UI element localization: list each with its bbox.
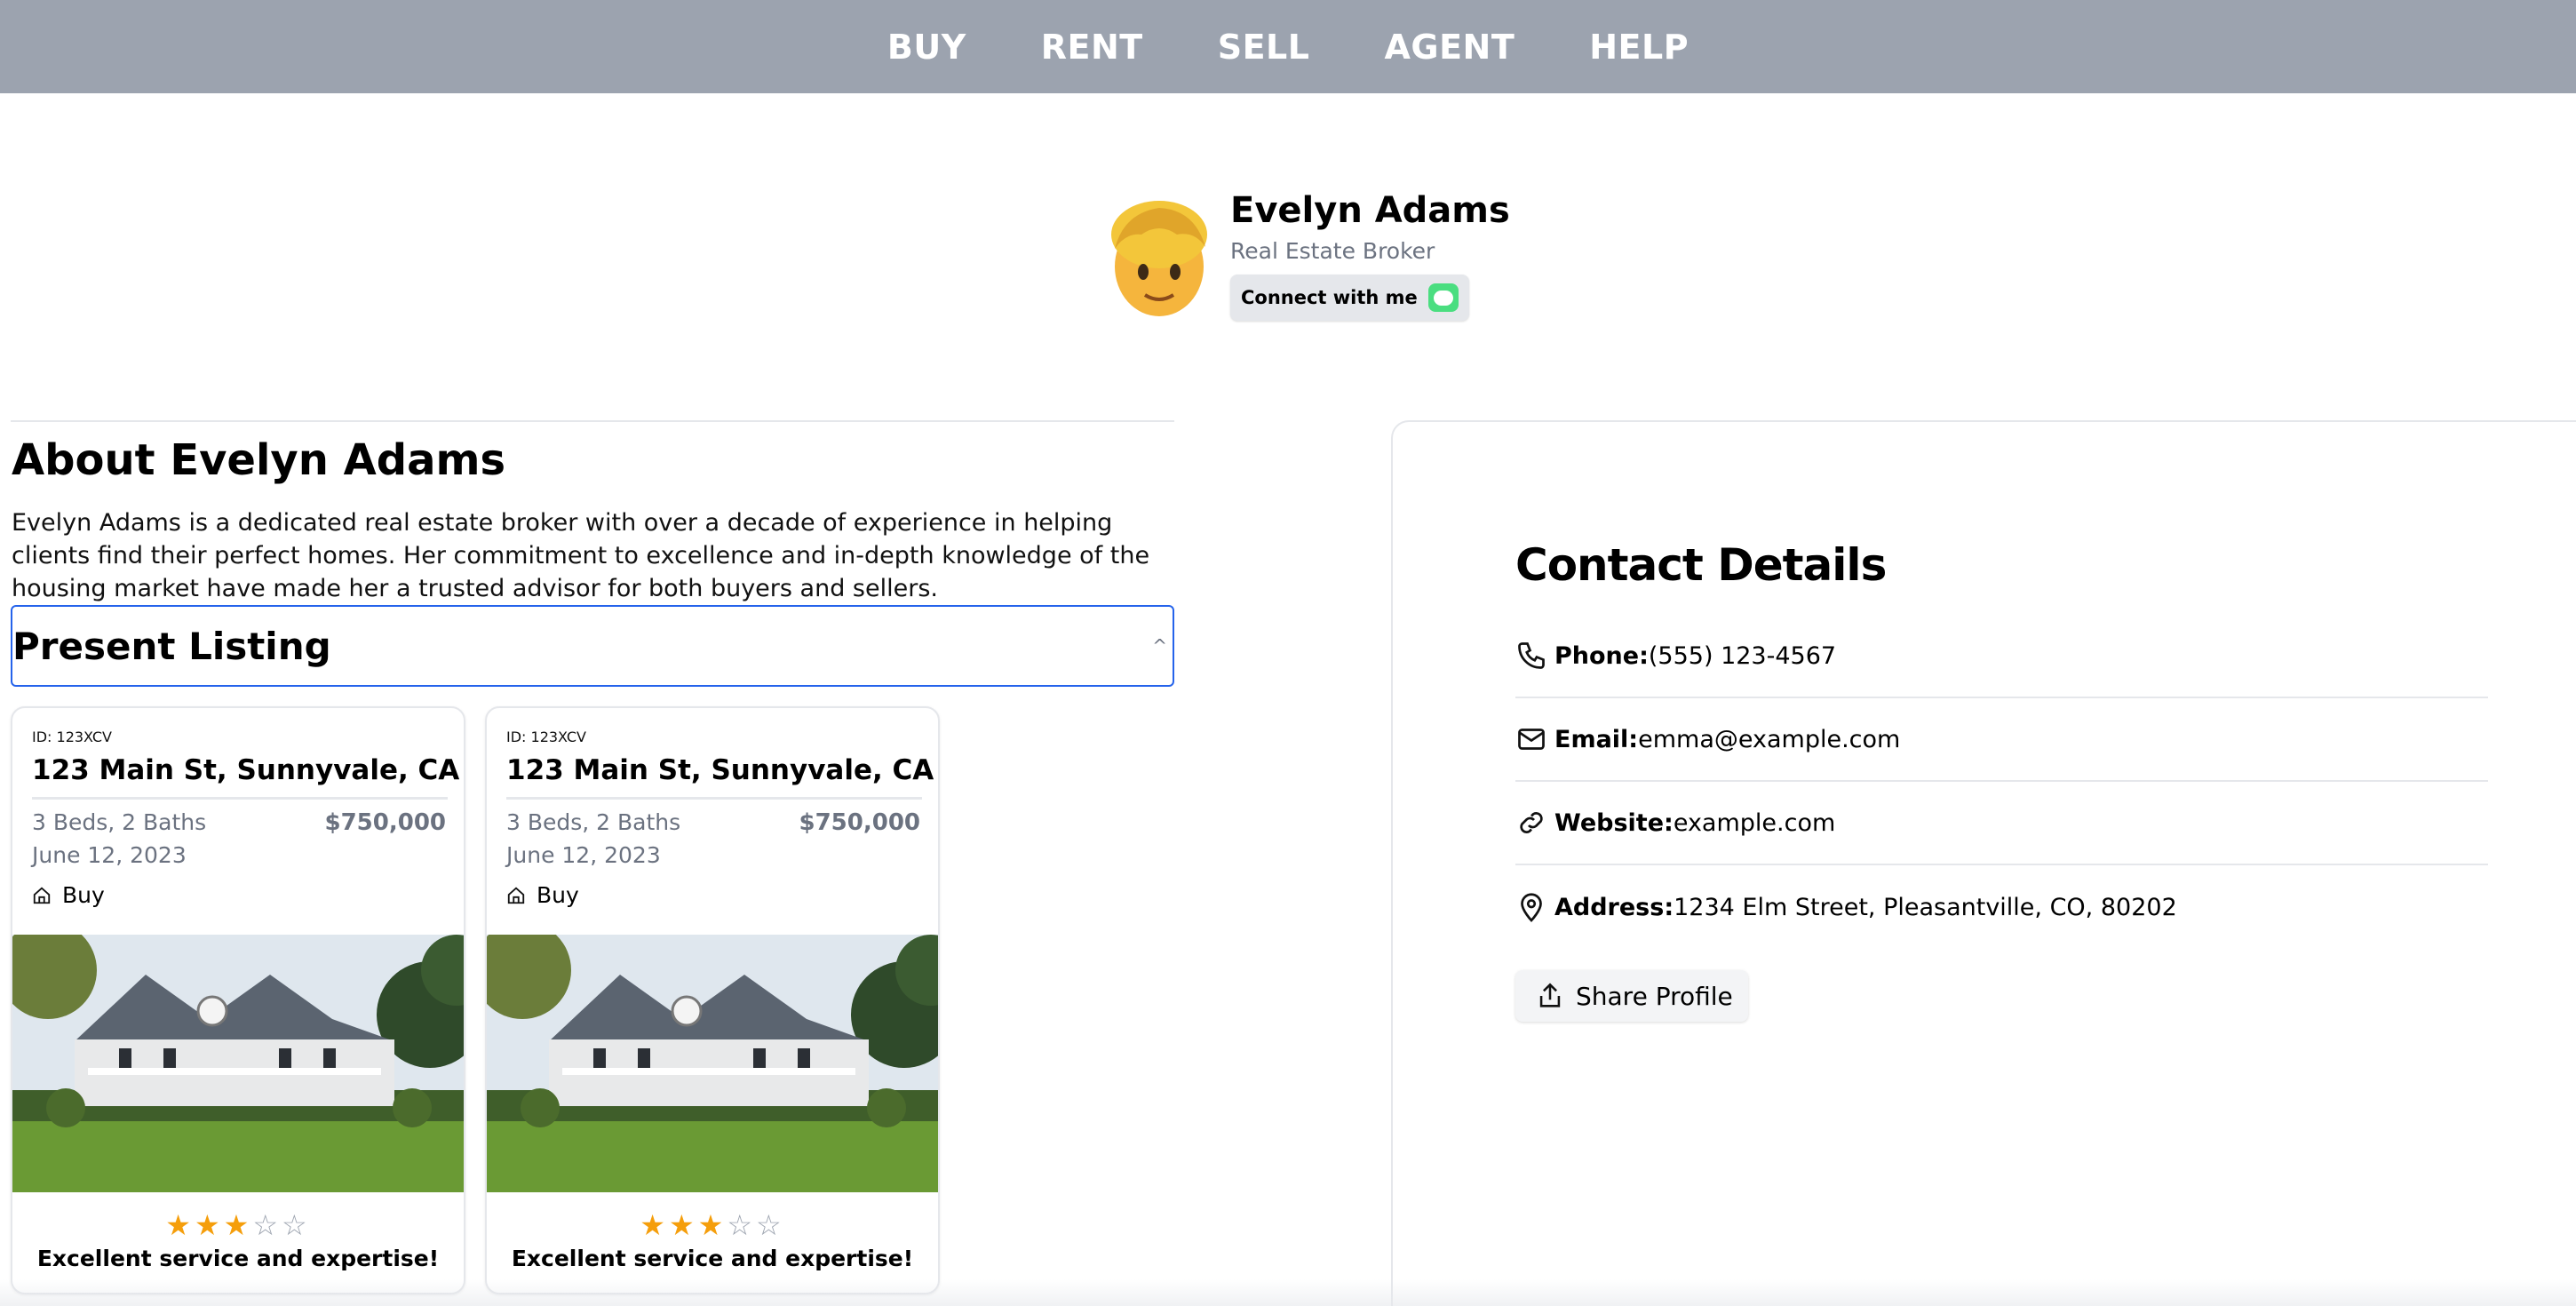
nav-help[interactable]: HELP	[1589, 28, 1689, 67]
listing-details: 3 Beds, 2 Baths	[506, 809, 681, 835]
rating-stars: ★★★☆☆	[487, 1208, 938, 1242]
nav-rent[interactable]: RENT	[1041, 28, 1143, 67]
star-empty-icon: ☆	[727, 1208, 757, 1242]
listing-card[interactable]: ID: 123XCV 123 Main St, Sunnyvale, CA 3 …	[11, 706, 465, 1294]
star-filled-icon: ★	[668, 1208, 698, 1242]
mail-icon	[1518, 729, 1545, 750]
star-filled-icon: ★	[165, 1208, 195, 1242]
star-empty-icon: ☆	[756, 1208, 785, 1242]
profile-header: Evelyn Adams Real Estate Broker Connect …	[1106, 190, 1510, 321]
address-value: 1234 Elm Street, Pleasantville, CO, 8020…	[1674, 893, 2177, 921]
connect-button[interactable]: Connect with me	[1230, 275, 1469, 321]
contact-address-row: Address: 1234 Elm Street, Pleasantville,…	[1515, 865, 2488, 949]
email-label: Email:	[1554, 725, 1639, 753]
present-listing-accordion[interactable]: Present Listing ^	[11, 605, 1174, 687]
card-divider	[506, 797, 922, 800]
card-divider	[32, 797, 448, 800]
house-image	[487, 935, 938, 1192]
listing-address: 123 Main St, Sunnyvale, CA	[506, 754, 934, 786]
present-listing-title: Present Listing	[12, 624, 331, 668]
address-label: Address:	[1554, 893, 1674, 921]
listing-card[interactable]: ID: 123XCV 123 Main St, Sunnyvale, CA 3 …	[485, 706, 940, 1294]
phone-icon	[1518, 642, 1545, 669]
contact-website-row: Website: example.com	[1515, 782, 2488, 865]
nav-sell[interactable]: SELL	[1218, 28, 1310, 67]
listing-details: 3 Beds, 2 Baths	[32, 809, 207, 835]
listing-type: Buy	[32, 882, 105, 908]
listing-id: ID: 123XCV	[506, 729, 586, 745]
website-value[interactable]: example.com	[1674, 809, 1835, 837]
listing-type-label: Buy	[62, 882, 105, 908]
listing-id: ID: 123XCV	[32, 729, 112, 745]
section-divider	[11, 420, 1174, 422]
contact-phone-row: Phone: (555) 123-4567	[1515, 615, 2488, 698]
home-icon	[33, 887, 51, 904]
contact-title: Contact Details	[1515, 539, 1887, 591]
house-image	[12, 935, 464, 1192]
email-value[interactable]: emma@example.com	[1638, 726, 1900, 753]
about-title: About Evelyn Adams	[12, 435, 506, 485]
profile-role: Real Estate Broker	[1230, 238, 1435, 264]
listing-type-label: Buy	[537, 882, 579, 908]
message-icon	[1427, 283, 1459, 312]
about-text: Evelyn Adams is a dedicated real estate …	[12, 509, 1150, 602]
top-nav: BUY RENT SELL AGENT HELP	[0, 0, 2576, 93]
listing-date: June 12, 2023	[32, 842, 187, 868]
listing-date: June 12, 2023	[506, 842, 661, 868]
star-empty-icon: ☆	[252, 1208, 282, 1242]
rating-stars: ★★★☆☆	[12, 1208, 464, 1242]
chevron-up-icon: ^	[1152, 635, 1167, 657]
share-profile-button[interactable]: Share Profile	[1515, 970, 1748, 1022]
connect-label: Connect with me	[1241, 287, 1418, 308]
star-filled-icon: ★	[194, 1208, 224, 1242]
star-filled-icon: ★	[223, 1208, 253, 1242]
listing-address: 123 Main St, Sunnyvale, CA	[32, 754, 460, 786]
home-icon	[507, 887, 525, 904]
listing-price: $750,000	[799, 809, 920, 836]
star-empty-icon: ☆	[282, 1208, 311, 1242]
phone-label: Phone:	[1554, 641, 1649, 670]
listing-price: $750,000	[324, 809, 446, 836]
share-profile-label: Share Profile	[1576, 981, 1733, 1011]
share-icon	[1539, 983, 1561, 1007]
avatar	[1111, 201, 1207, 316]
contact-email-row: Email: emma@example.com	[1515, 698, 2488, 782]
website-label: Website:	[1554, 808, 1674, 837]
phone-value[interactable]: (555) 123-4567	[1649, 642, 1836, 670]
listing-type: Buy	[506, 882, 579, 908]
nav-buy[interactable]: BUY	[887, 28, 966, 67]
listing-review: Excellent service and expertise!	[511, 1246, 914, 1271]
star-filled-icon: ★	[640, 1208, 669, 1242]
listing-cards: ID: 123XCV 123 Main St, Sunnyvale, CA 3 …	[11, 706, 940, 1294]
map-pin-icon	[1521, 893, 1542, 922]
star-filled-icon: ★	[697, 1208, 727, 1242]
profile-name: Evelyn Adams	[1230, 190, 1510, 231]
bottom-shade	[0, 1279, 2576, 1306]
profile-info: Evelyn Adams Real Estate Broker Connect …	[1230, 190, 1510, 321]
listing-review: Excellent service and expertise!	[36, 1246, 440, 1271]
link-icon	[1520, 812, 1543, 833]
nav-agent[interactable]: AGENT	[1384, 28, 1515, 67]
